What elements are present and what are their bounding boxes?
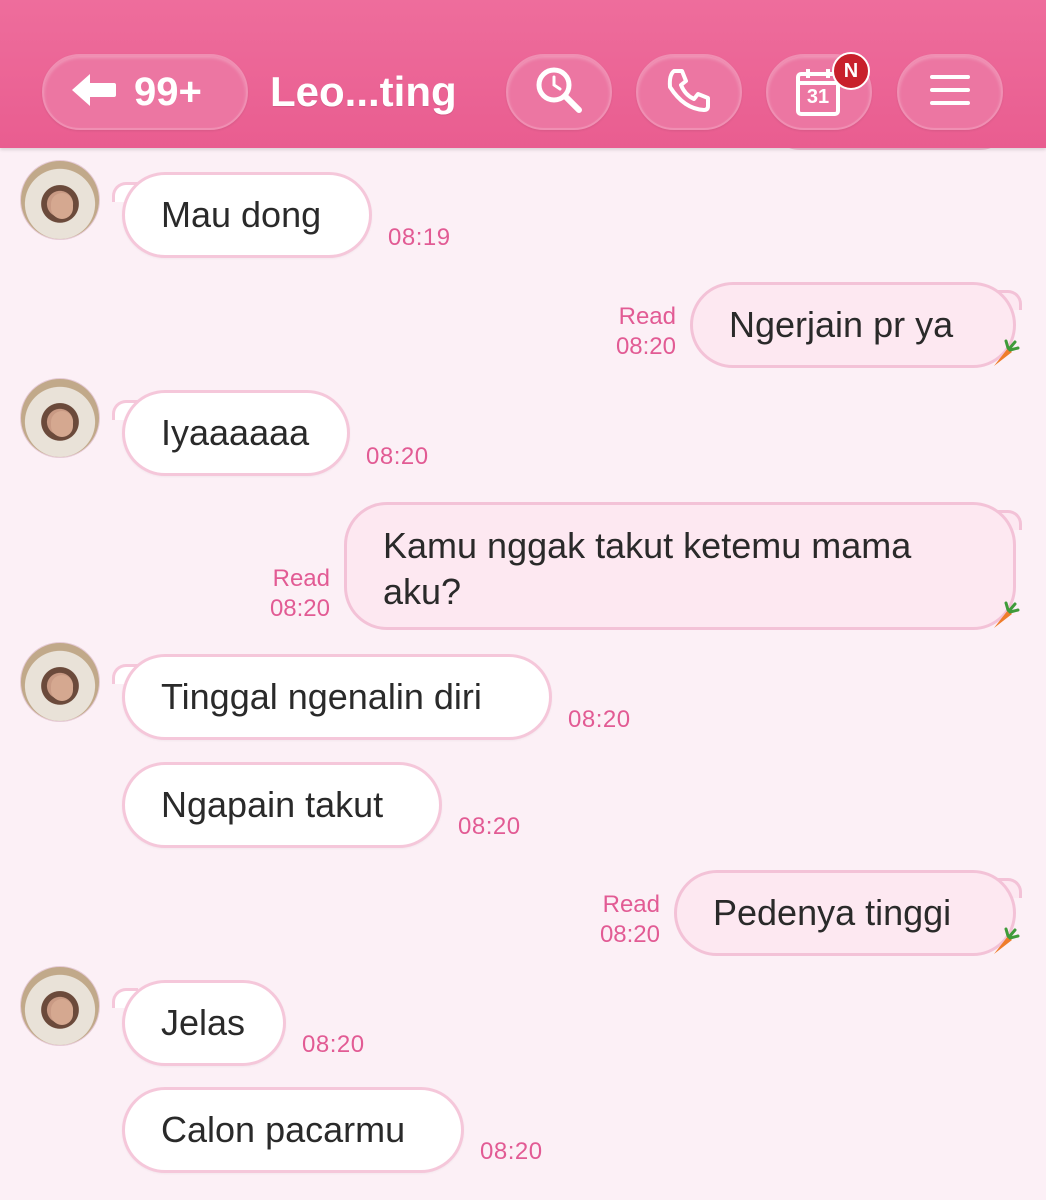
message-time: 08:20 <box>568 706 631 733</box>
avatar[interactable] <box>20 378 100 458</box>
message-meta: Read 08:20 <box>600 890 660 950</box>
avatar[interactable] <box>20 160 100 240</box>
message-meta: Read 08:20 <box>270 564 330 624</box>
message-time: 08:20 <box>302 1031 365 1058</box>
message-text: Pedenya tinggi <box>713 892 952 933</box>
chat-header: 99+ Leo...ting 31 N <box>0 0 1046 148</box>
call-button[interactable] <box>636 54 742 130</box>
message-time: 08:20 <box>366 443 429 470</box>
message-time: 08:20 <box>480 1138 543 1165</box>
message-bubble-incoming[interactable]: Mau dong <box>122 172 372 258</box>
read-status: Read <box>618 303 676 330</box>
message-text: Ngerjain pr ya <box>729 304 954 345</box>
message-time: 08:20 <box>269 595 330 622</box>
message-text-line: Kamu nggak takut ketemu mama <box>383 525 912 566</box>
read-status: Read <box>272 565 330 592</box>
message-text: Iyaaaaaa <box>161 412 310 453</box>
message-text: Jelas <box>161 1002 246 1043</box>
carrot-icon <box>988 926 1020 958</box>
carrot-icon <box>988 338 1020 370</box>
search-icon <box>532 63 586 122</box>
menu-button[interactable] <box>897 54 1003 130</box>
message-time: 08:20 <box>615 333 676 360</box>
read-status: Read <box>602 891 660 918</box>
carrot-icon <box>988 600 1020 632</box>
back-arrow-icon <box>70 72 118 113</box>
message-meta: Read 08:20 <box>616 302 676 362</box>
avatar[interactable] <box>20 642 100 722</box>
message-bubble-incoming[interactable]: Iyaaaaaa <box>122 390 350 476</box>
calendar-day: 31 <box>806 86 830 108</box>
phone-icon <box>664 65 714 120</box>
message-bubble-outgoing[interactable]: Kamu nggak takut ketemu mama aku? <box>344 502 1016 630</box>
unread-count: 99+ <box>134 69 202 114</box>
hamburger-menu-icon <box>928 72 972 113</box>
search-button[interactable] <box>506 54 612 130</box>
message-time: 08:20 <box>599 921 660 948</box>
message-time: 08:20 <box>458 813 521 840</box>
message-bubble-incoming[interactable]: Calon pacarmu <box>122 1087 464 1173</box>
calendar-button[interactable]: 31 N <box>766 52 872 130</box>
avatar[interactable] <box>20 966 100 1046</box>
message-bubble-outgoing[interactable]: Pedenya tinggi <box>674 870 1016 956</box>
message-text-line: aku? <box>383 571 462 612</box>
message-bubble-outgoing[interactable]: Ngerjain pr ya <box>690 282 1016 368</box>
message-text: Mau dong <box>161 194 322 235</box>
message-time: 08:19 <box>388 224 451 251</box>
message-text: Calon pacarmu <box>161 1109 406 1150</box>
message-text: Ngapain takut <box>161 784 384 825</box>
back-button[interactable]: 99+ <box>42 54 248 130</box>
chat-title: Leo...ting <box>270 68 457 115</box>
new-badge: N <box>832 52 870 90</box>
message-bubble-incoming[interactable]: Ngapain takut <box>122 762 442 848</box>
message-bubble-incoming[interactable]: Jelas <box>122 980 286 1066</box>
message-text: Tinggal ngenalin diri <box>161 676 482 717</box>
message-bubble-incoming[interactable]: Tinggal ngenalin diri <box>122 654 552 740</box>
